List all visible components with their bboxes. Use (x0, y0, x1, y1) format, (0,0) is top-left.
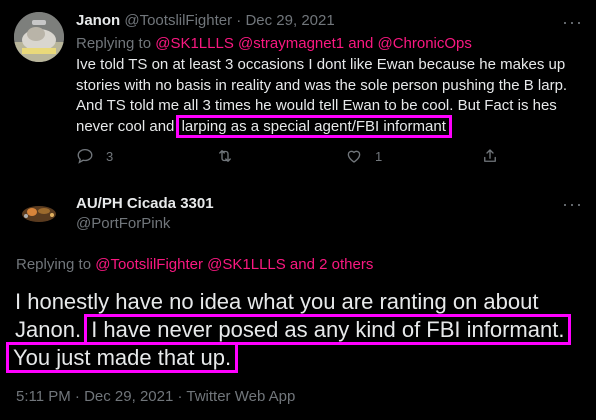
more-options-button[interactable]: ··· (562, 195, 583, 213)
reply-button[interactable]: 3 (76, 147, 113, 165)
tweet-text-line: I honestly have no idea what you are ran… (15, 289, 539, 314)
tweet-timestamp[interactable]: 5:11 PM · Dec 29, 2021 · Twitter Web App (16, 387, 295, 406)
highlighted-phrase: You just made that up. (5, 342, 239, 373)
author-name[interactable]: AU/PH Cicada 3301 (76, 194, 214, 213)
reply-icon (76, 147, 94, 165)
share-button[interactable] (481, 147, 499, 165)
tweet-text-line: Janon. I have never posed as any kind of… (15, 314, 572, 345)
highlighted-phrase: larping as a special agent/FBI informant (175, 114, 452, 138)
tweet-body-line: never cool and larping as a special agen… (76, 114, 586, 138)
tweet-text-span: Janon. (15, 317, 82, 342)
heart-icon (345, 147, 363, 165)
replying-to-label: Replying to (76, 35, 152, 52)
avatar[interactable] (14, 12, 64, 62)
author-handle[interactable]: @PortForPink (76, 214, 170, 233)
more-options-button[interactable]: ··· (562, 13, 583, 31)
share-icon (481, 147, 499, 165)
like-count: 1 (375, 148, 383, 164)
replying-to-links[interactable]: @TootslilFighter @SK1LLLS and 2 others (95, 256, 373, 273)
tweet-body-text: never cool and (76, 117, 179, 135)
retweet-icon (216, 147, 234, 165)
handle-and-date[interactable]: @TootslilFighter · Dec 29, 2021 (124, 12, 334, 29)
tweet-body-line: stories with no basis in reality and was… (76, 76, 568, 94)
tweet-body-line: Ive told TS on at least 3 occasions I do… (76, 56, 566, 73)
avatar[interactable] (14, 188, 64, 238)
tweet-text: I honestly have no idea what you are ran… (5, 288, 572, 373)
tweet-text-line: You just made that up. (5, 342, 568, 373)
replying-to-label: Replying to (16, 256, 92, 273)
retweet-button[interactable] (216, 147, 234, 165)
reply-count: 3 (106, 148, 114, 164)
highlighted-phrase: I have never posed as any kind of FBI in… (84, 314, 572, 345)
replying-to-links[interactable]: @SK1LLLS @straymagnet1 and @ChronicOps (155, 35, 472, 52)
like-button[interactable]: 1 (345, 147, 382, 165)
author-name[interactable]: Janon (76, 12, 120, 29)
tweet-body: Ive told TS on at least 3 occasions I do… (76, 55, 586, 138)
tweet-body-line: And TS told me all 3 times he would tell… (76, 97, 557, 114)
